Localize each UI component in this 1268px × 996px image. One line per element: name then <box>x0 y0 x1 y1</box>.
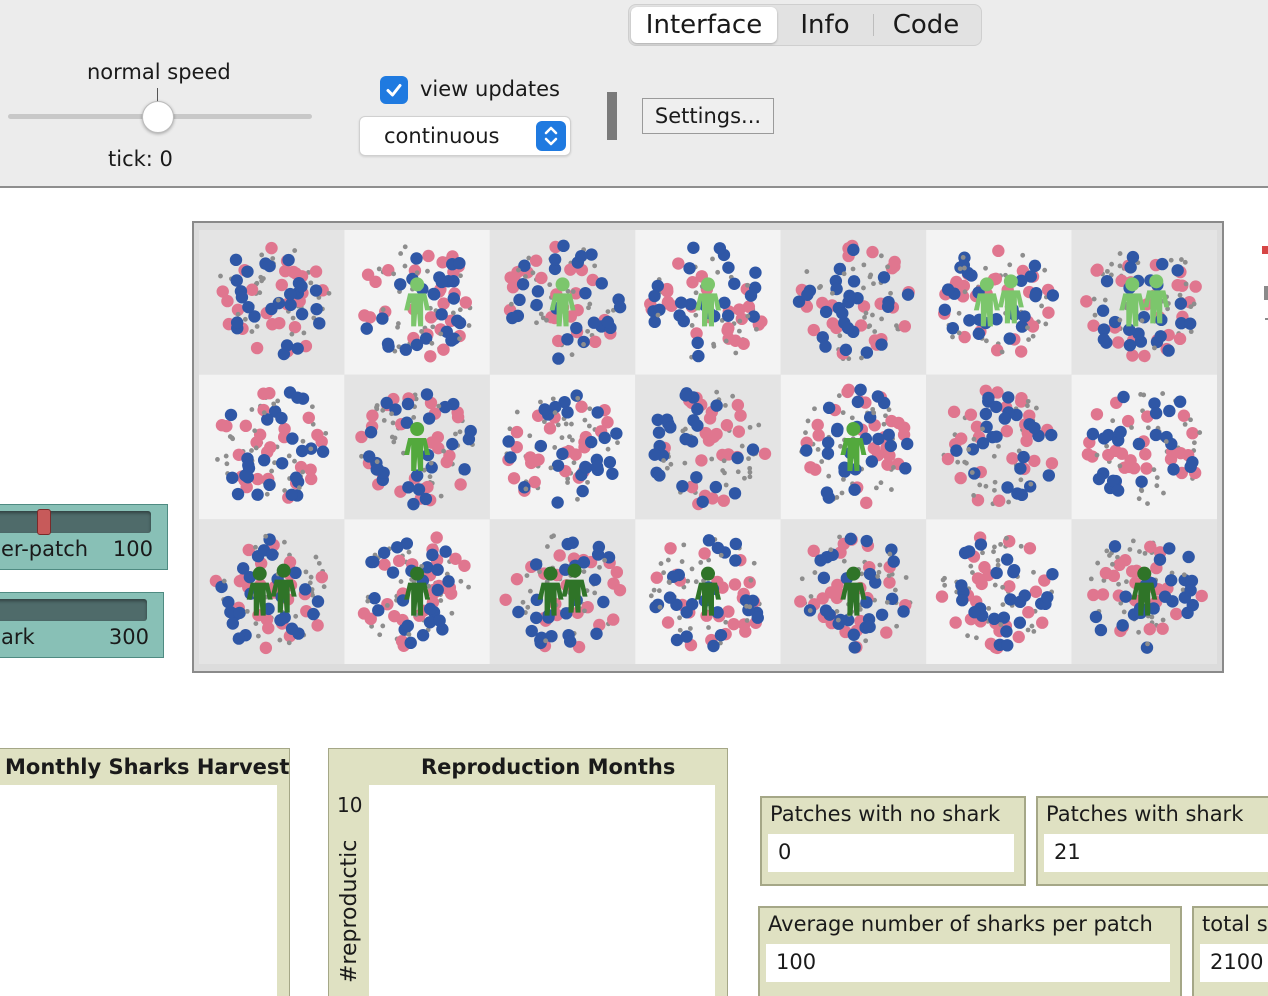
settings-button[interactable]: Settings... <box>642 98 774 134</box>
world-patch <box>344 374 490 520</box>
world-patch <box>635 519 781 664</box>
plot-area <box>369 785 715 996</box>
world-patch <box>780 519 927 664</box>
plot-title: Reproduction Months <box>421 755 676 779</box>
monitor-label: Patches with shark <box>1046 802 1244 826</box>
world-patch <box>926 519 1072 664</box>
world-patch <box>489 374 636 520</box>
world-patch <box>344 519 490 664</box>
tab-info[interactable]: Info <box>777 7 873 43</box>
monitor-label: Average number of sharks per patch <box>768 912 1153 936</box>
monitor-average-sharks-per-patch: Average number of sharks per patch 100 <box>758 906 1182 996</box>
monitor-patches-with-shark: Patches with shark 21 <box>1036 796 1268 886</box>
monitor-value: 2100 <box>1200 944 1268 982</box>
world-patch <box>780 374 927 520</box>
world-patch <box>1071 374 1217 520</box>
monitor-patches-no-shark: Patches with no shark 0 <box>760 796 1026 886</box>
shark-slider[interactable]: ark 300 <box>0 592 164 658</box>
update-mode-select[interactable]: continuous <box>359 116 571 156</box>
toolbar: Interface Info Code normal speed tick: 0… <box>0 0 1268 188</box>
plot-y-tick: 10 <box>337 793 363 817</box>
monitor-label: Patches with no shark <box>770 802 1001 826</box>
world-patch <box>199 374 345 520</box>
view-updates-checkbox[interactable] <box>380 76 408 104</box>
monitor-value: 0 <box>768 834 1014 872</box>
slider-value: 100 <box>112 537 153 561</box>
tick-counter: tick: 0 <box>108 147 173 171</box>
plot-title: Monthly Sharks Harvest <box>5 755 290 779</box>
view-updates-label: view updates <box>420 77 560 101</box>
world-patch <box>199 519 345 664</box>
plot-area <box>0 785 277 996</box>
update-mode-value: continuous <box>384 124 500 148</box>
speed-slider-knob[interactable] <box>142 101 174 133</box>
chevron-updown-icon <box>536 121 566 151</box>
sharks-per-patch-slider[interactable]: er-patch 100 <box>0 504 168 570</box>
monthly-sharks-harvest-plot: Monthly Sharks Harvest <box>0 748 290 996</box>
world-patch <box>635 230 781 375</box>
slider-track[interactable] <box>0 599 147 621</box>
world-patch <box>344 230 490 375</box>
world-patch <box>199 230 345 375</box>
tab-bar: Interface Info Code <box>628 4 982 46</box>
slider-name: ark <box>1 625 35 649</box>
world-patch <box>926 374 1072 520</box>
world-view[interactable] <box>192 221 1224 673</box>
tab-code[interactable]: Code <box>874 7 978 43</box>
slider-track[interactable] <box>0 511 151 533</box>
monitor-label: total s <box>1202 912 1268 936</box>
slider-value: 300 <box>108 625 149 649</box>
monitor-total-sharks: total s 2100 <box>1192 906 1268 996</box>
world-patch <box>926 230 1072 375</box>
tab-interface[interactable]: Interface <box>631 7 777 43</box>
netlogo-window: Interface Info Code normal speed tick: 0… <box>0 0 1268 996</box>
speed-center-tick <box>157 88 158 102</box>
checkmark-icon <box>386 84 402 97</box>
monitor-value: 21 <box>1044 834 1268 872</box>
world-patch <box>489 230 636 375</box>
world-canvas <box>199 230 1217 664</box>
monitor-value: 100 <box>766 944 1170 982</box>
plot-y-axis-label: #reproductic <box>337 839 362 983</box>
world-patch <box>635 374 781 520</box>
world-patch <box>1071 519 1217 664</box>
toolbar-divider <box>607 92 617 140</box>
clipped-marker <box>1262 246 1268 254</box>
reproduction-months-plot: Reproduction Months #reproductic 10 <box>328 748 728 996</box>
slider-name: er-patch <box>1 537 89 561</box>
world-patch <box>489 519 636 664</box>
slider-handle[interactable] <box>37 509 51 535</box>
clipped-marker <box>1264 286 1268 300</box>
world-patch <box>780 230 927 375</box>
speed-label: normal speed <box>87 60 231 84</box>
world-patch <box>1071 230 1217 375</box>
